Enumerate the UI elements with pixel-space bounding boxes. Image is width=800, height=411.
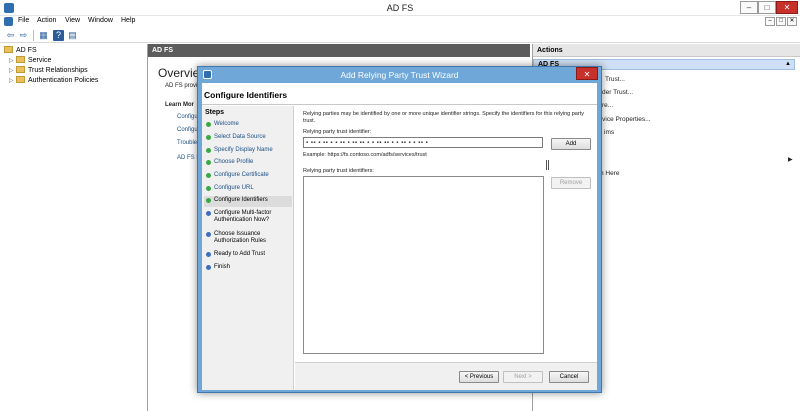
tree-item-label: Trust Relationships: [28, 67, 88, 74]
expand-icon[interactable]: ▷: [9, 76, 16, 86]
step-complete-icon: [206, 173, 211, 178]
step-pending-icon: [206, 232, 211, 237]
step-configure-certificate: Configure Certificate: [204, 171, 292, 179]
help-icon[interactable]: ?: [53, 30, 64, 41]
identifiers-list-label: Relying party trust identifiers:: [303, 168, 374, 174]
title-bar: AD FS ‒ □ ✕: [0, 0, 800, 16]
menu-file[interactable]: File: [18, 17, 29, 24]
tree-item-trust-relationships[interactable]: ▷ Trust Relationships: [9, 66, 88, 76]
dialog-title: Add Relying Party Trust Wizard: [340, 70, 459, 80]
center-pane-header: AD FS: [148, 44, 530, 57]
actions-pane-header: Actions: [533, 44, 800, 57]
menu-help[interactable]: Help: [121, 17, 135, 24]
next-button[interactable]: Next >: [503, 371, 543, 383]
tree-item-authentication-policies[interactable]: ▷ Authentication Policies: [9, 76, 98, 86]
folder-icon: [16, 66, 25, 73]
text-cursor-icon: [546, 160, 549, 170]
add-relying-party-trust-wizard: Add Relying Party Trust Wizard ✕ Configu…: [197, 66, 602, 393]
menu-view[interactable]: View: [65, 17, 80, 24]
tree-item-label: Service: [28, 57, 52, 64]
minimize-button[interactable]: ‒: [740, 1, 758, 14]
child-restore-button[interactable]: □: [776, 17, 786, 26]
toolbar: ⇦ ⇨ ▦ ? ▤: [0, 28, 800, 43]
action-item[interactable]: ims: [604, 129, 614, 136]
step-finish: Finish: [204, 263, 292, 271]
steps-title: Steps: [205, 109, 225, 116]
learn-more-heading: Learn Mor: [165, 102, 195, 108]
tree-item-service[interactable]: ▷ Service: [9, 56, 51, 66]
add-button[interactable]: Add: [551, 138, 591, 150]
step-configure-mfa: Configure Multi-factor Authentication No…: [204, 209, 292, 224]
back-arrow-icon[interactable]: ⇦: [5, 30, 16, 41]
step-complete-icon: [206, 135, 211, 140]
action-item[interactable]: re...: [602, 102, 613, 109]
forward-arrow-icon[interactable]: ⇨: [18, 30, 29, 41]
tree-item-label: AD FS: [16, 47, 37, 54]
step-choose-profile: Choose Profile: [204, 158, 292, 166]
step-choose-issuance-rules: Choose Issuance Authorization Rules: [204, 230, 292, 245]
identifier-label: Relying party trust identifier:: [303, 129, 372, 135]
step-select-data-source: Select Data Source: [204, 133, 292, 141]
wizard-footer: < Previous Next > Cancel: [295, 362, 597, 390]
remove-button[interactable]: Remove: [551, 177, 591, 189]
previous-button[interactable]: < Previous: [459, 371, 499, 383]
toolbar-separator: [33, 30, 34, 41]
step-pending-icon: [206, 252, 211, 257]
step-complete-icon: [206, 122, 211, 127]
close-button[interactable]: ✕: [776, 1, 798, 14]
show-hide-tree-icon[interactable]: ▦: [38, 30, 49, 41]
expand-icon[interactable]: ▷: [9, 66, 16, 76]
step-pending-icon: [206, 211, 211, 216]
identifiers-list[interactable]: [303, 176, 544, 354]
identifier-input[interactable]: ▪ ▪▪ ▪ ▪▪ ▪ ▪ ▪▪ ▪ ▪▪ ▪▪ ▪ ▪ ▪▪ ▪▪ ▪ ▪ ▪…: [303, 137, 543, 148]
tree-item-adfs[interactable]: AD FS: [4, 46, 37, 56]
wizard-page-title: Configure Identifiers: [204, 90, 288, 100]
step-configure-identifiers: Configure Identifiers: [204, 196, 292, 207]
expand-icon[interactable]: ▷: [9, 56, 16, 66]
properties-icon[interactable]: ▤: [67, 30, 78, 41]
identifier-example: Example: https://fs.contoso.com/adfs/ser…: [303, 152, 427, 158]
folder-icon: [4, 46, 13, 53]
step-specify-display-name: Specify Display Name: [204, 146, 292, 154]
step-complete-icon: [206, 186, 211, 191]
wizard-steps-panel: Steps Welcome Select Data Source Specify…: [202, 106, 294, 390]
cancel-button[interactable]: Cancel: [549, 371, 589, 383]
action-item[interactable]: Trust...: [605, 76, 625, 83]
collapse-icon[interactable]: ▲: [785, 60, 791, 69]
action-item[interactable]: rvice Properties...: [600, 116, 651, 123]
menu-window[interactable]: Window: [88, 17, 113, 24]
folder-icon: [16, 56, 25, 63]
step-ready-to-add-trust: Ready to Add Trust: [204, 250, 292, 258]
identifiers-description: Relying parties may be identified by one…: [303, 111, 584, 124]
child-close-button[interactable]: ✕: [787, 17, 797, 26]
step-current-icon: [206, 198, 211, 203]
action-item[interactable]: der Trust...: [602, 89, 633, 96]
maximize-button[interactable]: □: [758, 1, 776, 14]
dialog-title-bar: Add Relying Party Trust Wizard ✕: [198, 67, 601, 83]
menu-action[interactable]: Action: [37, 17, 56, 24]
step-complete-icon: [206, 160, 211, 165]
wizard-content: Relying parties may be identified by one…: [295, 106, 597, 390]
action-item[interactable]: n Here: [600, 170, 620, 177]
tree-item-label: Authentication Policies: [28, 77, 99, 84]
overview-description: AD FS provi: [165, 83, 198, 89]
step-welcome: Welcome: [204, 120, 292, 128]
child-minimize-button[interactable]: –: [765, 17, 775, 26]
submenu-arrow-icon: ▶: [788, 157, 793, 163]
dialog-body: Configure Identifiers Steps Welcome Sele…: [202, 83, 597, 390]
step-pending-icon: [206, 265, 211, 270]
window-title: AD FS: [386, 3, 414, 13]
menu-bar: File Action View Window Help: [0, 16, 800, 28]
wizard-page-header: Configure Identifiers: [202, 83, 597, 105]
folder-icon: [16, 76, 25, 83]
identifier-input-value: ▪ ▪▪ ▪ ▪▪ ▪ ▪ ▪▪ ▪ ▪▪ ▪▪ ▪ ▪ ▪▪ ▪▪ ▪ ▪ ▪…: [306, 140, 429, 146]
step-complete-icon: [206, 148, 211, 153]
console-tree: AD FS ▷ Service ▷ Trust Relationships ▷ Aut…: [0, 44, 148, 411]
dialog-close-button[interactable]: ✕: [576, 67, 598, 80]
mmc-icon[interactable]: [4, 17, 13, 26]
step-configure-url: Configure URL: [204, 184, 292, 192]
